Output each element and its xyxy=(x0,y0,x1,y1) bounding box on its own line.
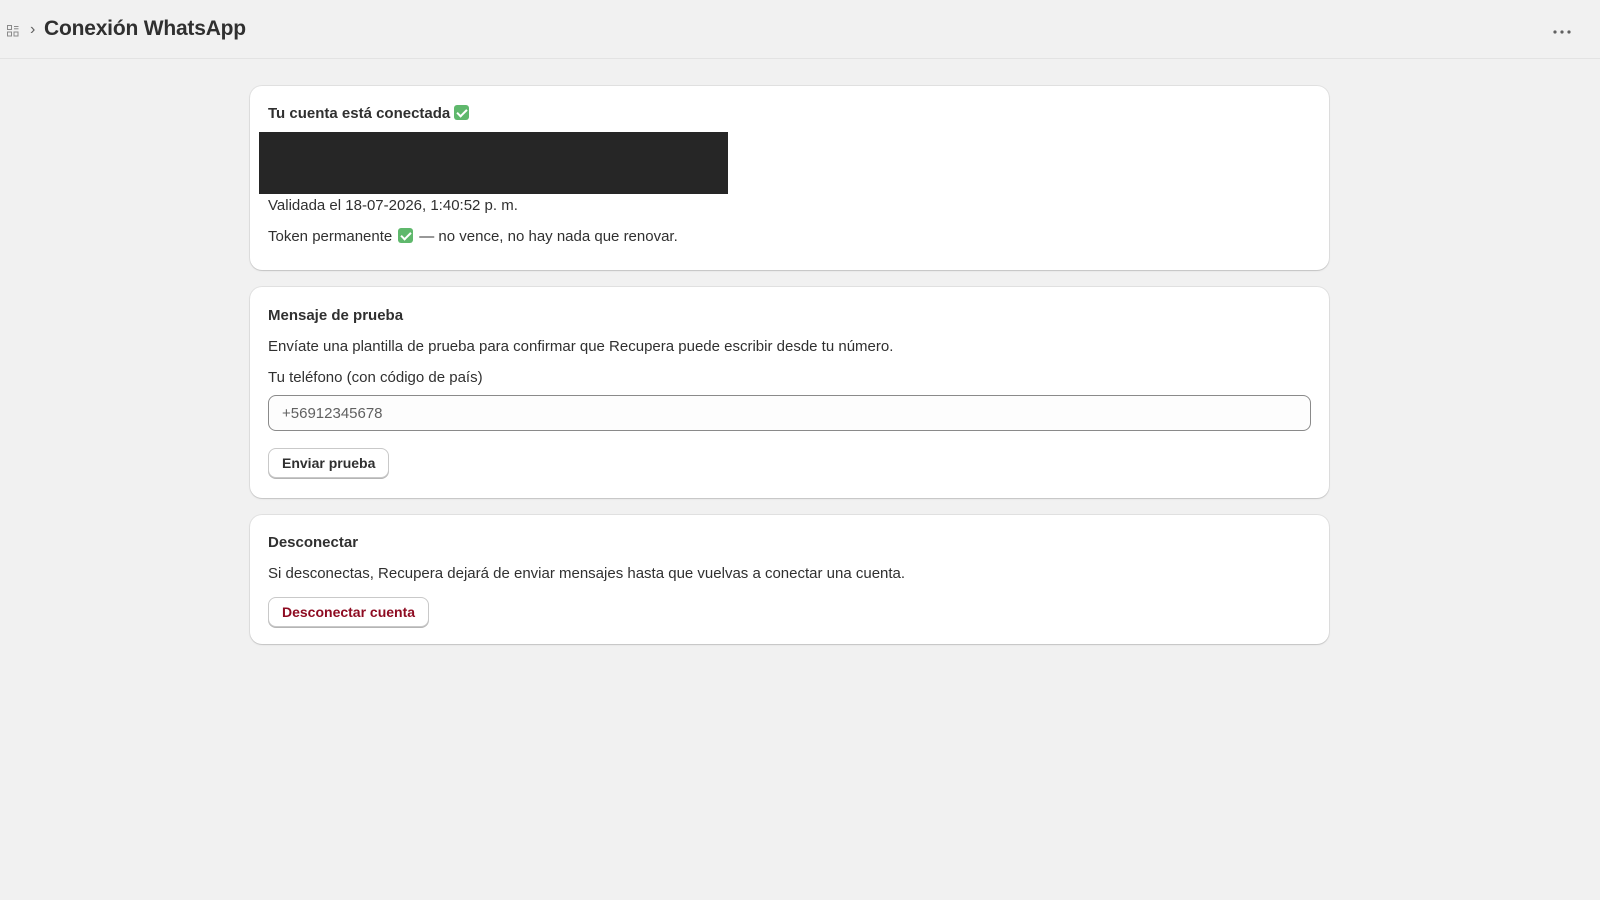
apps-grid-icon[interactable] xyxy=(7,24,19,37)
connection-status-card: Tu cuenta está conectada Validada el 18-… xyxy=(250,86,1329,270)
test-message-card: Mensaje de prueba Envíate una plantilla … xyxy=(250,287,1329,498)
test-message-title: Mensaje de prueba xyxy=(268,307,404,324)
disconnect-card: Desconectar Si desconectas, Recupera dej… xyxy=(250,515,1329,644)
disconnect-title: Desconectar xyxy=(268,534,359,551)
redacted-account-info xyxy=(259,132,728,194)
validated-date: Validada el 18-07-2026, 1:40:52 p. m. xyxy=(268,197,518,214)
more-actions-button[interactable] xyxy=(1549,18,1575,42)
disconnect-description: Si desconectas, Recupera dejará de envia… xyxy=(268,565,906,582)
page-title: Conexión WhatsApp xyxy=(44,17,246,40)
check-icon xyxy=(398,228,414,243)
token-status-note: — no vence, no hay nada que renovar. xyxy=(419,228,678,245)
test-message-description: Envíate una plantilla de prueba para con… xyxy=(268,338,894,355)
token-status-label: Token permanente xyxy=(268,228,393,245)
send-test-button[interactable]: Enviar prueba xyxy=(268,448,390,478)
connection-status-title: Tu cuenta está conectada xyxy=(268,104,471,124)
disconnect-account-button[interactable]: Desconectar cuenta xyxy=(268,597,430,627)
phone-input[interactable] xyxy=(268,395,1311,431)
token-status: Token permanente — no vence, no hay nada … xyxy=(268,227,678,247)
phone-field-label: Tu teléfono (con código de país) xyxy=(268,369,483,386)
connection-status-title-text: Tu cuenta está conectada xyxy=(268,105,451,122)
more-horizontal-icon xyxy=(1553,21,1571,39)
breadcrumb-chevron-icon: › xyxy=(30,21,36,38)
check-icon xyxy=(454,105,470,120)
top-bar: › Conexión WhatsApp xyxy=(0,0,1600,59)
